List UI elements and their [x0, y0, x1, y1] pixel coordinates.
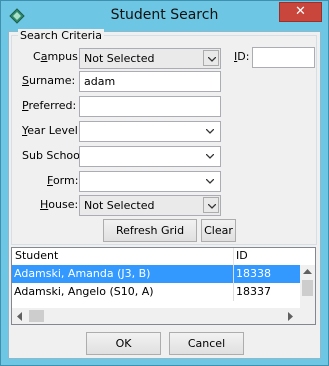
preferred-label: Preferred:	[22, 99, 77, 112]
ok-button[interactable]: OK	[86, 332, 161, 355]
search-criteria-legend: Search Criteria	[18, 29, 104, 42]
year-level-select[interactable]	[79, 121, 221, 142]
id-input[interactable]	[252, 47, 315, 68]
chevron-down-icon[interactable]	[202, 148, 219, 165]
student-search-window: Student Search ✕ Search Criteria Campus:…	[0, 0, 329, 366]
form-select[interactable]	[79, 171, 221, 192]
campus-label: Campus:	[33, 50, 82, 63]
preferred-input[interactable]	[79, 96, 221, 117]
house-label: House:	[40, 198, 79, 211]
horizontal-scrollbar[interactable]	[12, 308, 300, 324]
column-header-student[interactable]: Student	[15, 249, 58, 262]
chevron-down-icon[interactable]	[202, 123, 219, 140]
column-divider[interactable]	[233, 248, 234, 265]
title-bar[interactable]: Student Search ✕	[1, 1, 328, 31]
table-row[interactable]: Adamski, Angelo (S10, A) 18337	[12, 283, 300, 301]
dialog-body: Search Criteria Campus: Not Selected ID:…	[8, 29, 321, 359]
id-cell: 18337	[236, 285, 271, 298]
sub-school-label: Sub School:	[22, 149, 87, 162]
clear-button[interactable]: Clear	[201, 219, 236, 242]
scrollbar-corner	[300, 308, 315, 324]
vertical-scrollbar[interactable]	[300, 265, 315, 308]
vertical-scroll-thumb[interactable]	[302, 280, 313, 296]
student-cell: Adamski, Angelo (S10, A)	[14, 285, 154, 298]
search-criteria-group: Search Criteria Campus: Not Selected ID:…	[11, 29, 317, 245]
cell-divider	[233, 265, 234, 283]
close-icon: ✕	[295, 4, 306, 19]
house-select[interactable]: Not Selected	[79, 195, 221, 216]
sub-school-select[interactable]	[79, 146, 221, 167]
campus-value: Not Selected	[84, 52, 155, 65]
scroll-up-icon	[303, 269, 312, 274]
surname-label: Surname:	[22, 74, 76, 87]
house-value: Not Selected	[84, 199, 155, 212]
student-cell: Adamski, Amanda (J3, B)	[14, 267, 151, 280]
campus-select[interactable]: Not Selected	[79, 48, 221, 69]
chevron-down-icon[interactable]	[202, 173, 219, 190]
form-label: Form:	[47, 174, 79, 187]
cell-divider	[233, 283, 234, 301]
surname-input[interactable]: adam	[79, 71, 221, 92]
chevron-down-icon[interactable]	[203, 50, 219, 66]
cancel-button[interactable]: Cancel	[169, 332, 244, 355]
id-cell: 18338	[236, 267, 271, 280]
table-row[interactable]: Adamski, Amanda (J3, B) 18338	[12, 265, 300, 283]
scroll-left-icon	[17, 312, 22, 321]
close-button[interactable]: ✕	[279, 2, 322, 22]
scroll-right-icon	[288, 312, 293, 321]
year-level-label: Year Level:	[22, 124, 82, 137]
results-grid[interactable]: Student ID Adamski, Amanda (J3, B) 18338…	[11, 247, 316, 325]
id-label: ID:	[234, 50, 250, 63]
column-header-id[interactable]: ID	[236, 249, 248, 262]
refresh-grid-button[interactable]: Refresh Grid	[103, 219, 197, 242]
horizontal-scroll-thumb[interactable]	[29, 310, 44, 322]
grid-header: Student ID	[12, 248, 315, 266]
chevron-down-icon[interactable]	[203, 197, 219, 213]
